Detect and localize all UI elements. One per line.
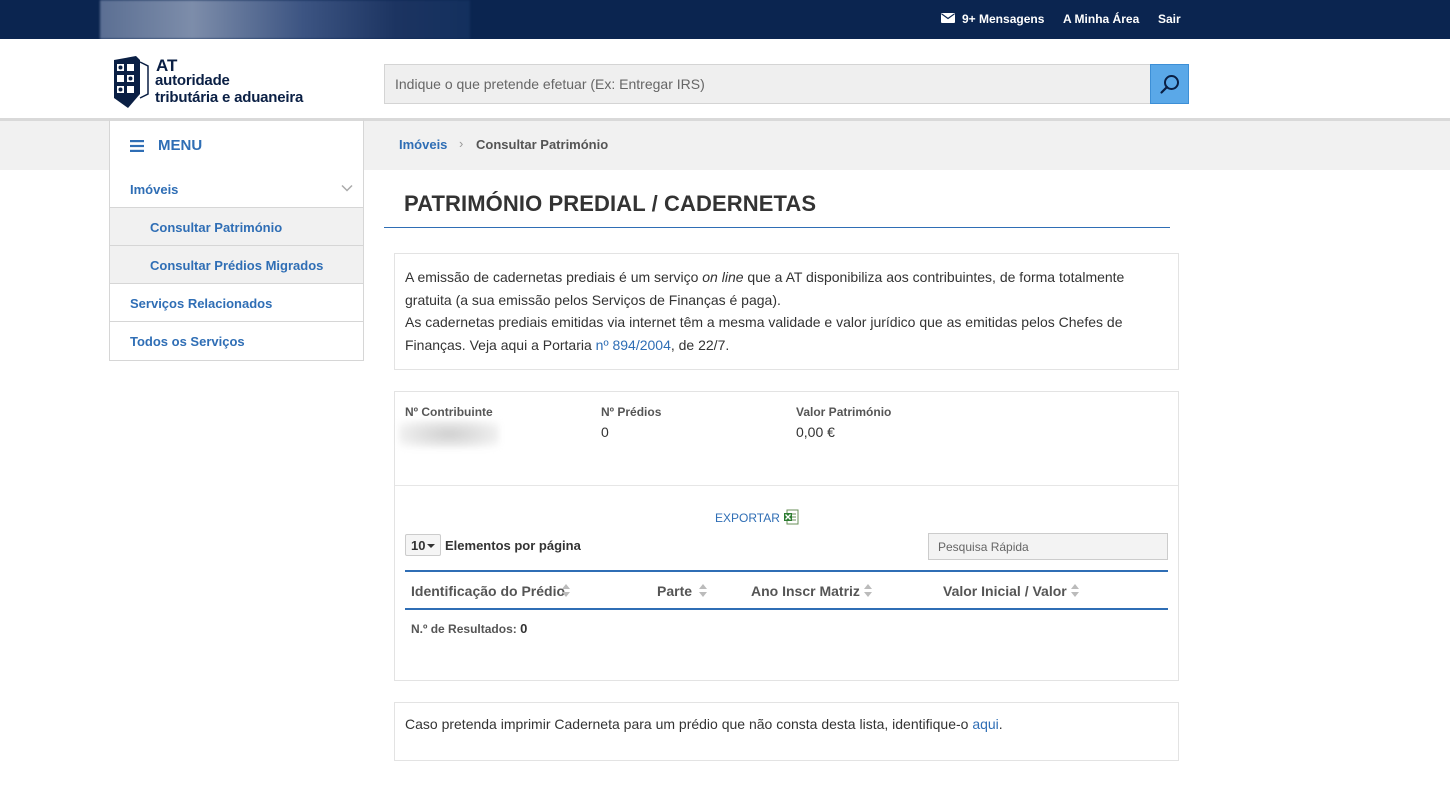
column-header-identificacao[interactable]: Identificação do Prédio	[411, 583, 565, 599]
intro-text: , de 22/7.	[670, 336, 730, 353]
sidebar-item-label: Serviços Relacionados	[130, 296, 273, 311]
taxpayer-label: Nº Contribuinte	[405, 405, 493, 419]
results-number: 0	[520, 621, 528, 636]
results-count: N.º de Resultados: 0	[411, 621, 527, 636]
logo-line1: autoridade	[155, 72, 230, 89]
menu-button[interactable]: MENU	[109, 118, 364, 171]
buildings-label: Nº Prédios	[601, 405, 662, 419]
page-size-select[interactable]: 10	[405, 534, 441, 556]
identify-link[interactable]: aqui	[972, 716, 998, 732]
sidebar-item-label: Consultar Prédios Migrados	[150, 258, 324, 273]
table-header: Identificação do Prédio Parte Ano Inscr …	[405, 570, 1168, 610]
at-logo-icon[interactable]	[110, 54, 150, 110]
taxpayer-value-redacted	[399, 420, 499, 448]
sidebar-item-imoveis[interactable]: Imóveis	[110, 170, 363, 208]
envelope-icon[interactable]	[941, 13, 955, 23]
my-area-link[interactable]: A Minha Área	[1063, 12, 1139, 26]
intro-paragraph-2: As cadernetas prediais emitidas via inte…	[405, 311, 1168, 356]
sidebar-item-label: Imóveis	[130, 182, 179, 197]
chevron-down-icon	[341, 184, 353, 192]
sort-icon[interactable]	[562, 584, 570, 597]
logout-link[interactable]: Sair	[1158, 12, 1181, 26]
section-divider	[395, 485, 1178, 486]
patrimony-box: Nº Contribuinte Nº Prédios 0 Valor Patri…	[394, 391, 1179, 681]
title-divider	[384, 227, 1170, 228]
intro-text: As cadernetas prediais emitidas via inte…	[405, 314, 1123, 353]
column-header-ano-inscr[interactable]: Ano Inscr Matriz	[751, 583, 860, 599]
redacted-banner	[100, 0, 470, 39]
sidebar-item-consultar-predios-migrados[interactable]: Consultar Prédios Migrados	[110, 246, 363, 284]
caret-down-icon	[427, 544, 435, 548]
portaria-link[interactable]: nº 894/2004	[596, 337, 671, 353]
sort-icon[interactable]	[699, 584, 707, 597]
breadcrumb-current: Consultar Património	[476, 137, 609, 152]
intro-emphasis: on line	[702, 269, 744, 285]
page-size-label: Elementos por página	[445, 538, 581, 553]
column-header-parte[interactable]: Parte	[657, 583, 692, 599]
breadcrumb-parent[interactable]: Imóveis	[399, 137, 447, 152]
excel-icon[interactable]	[783, 509, 799, 525]
sidebar-item-label: Consultar Património	[150, 220, 283, 235]
patrimony-value-label: Valor Património	[796, 405, 892, 419]
export-link[interactable]: EXPORTAR	[715, 511, 780, 525]
search-input[interactable]	[384, 64, 1150, 104]
sidebar-item-consultar-patrimonio[interactable]: Consultar Património	[110, 208, 363, 246]
column-header-valor[interactable]: Valor Inicial / Valor	[943, 583, 1067, 599]
page-title: PATRIMÓNIO PREDIAL / CADERNETAS	[404, 191, 817, 216]
search-button[interactable]	[1150, 64, 1189, 104]
sidebar: Imóveis Consultar Património Consultar P…	[109, 170, 364, 361]
note-text: Caso pretenda imprimir Caderneta para um…	[405, 716, 973, 732]
note-end: .	[998, 716, 1003, 732]
note-box: Caso pretenda imprimir Caderneta para um…	[394, 702, 1179, 761]
patrimony-value: 0,00 €	[796, 424, 835, 440]
sidebar-item-servicos-relacionados[interactable]: Serviços Relacionados	[110, 284, 363, 322]
results-label: N.º de Resultados:	[411, 622, 517, 636]
sort-icon[interactable]	[864, 584, 872, 597]
menu-label: MENU	[158, 137, 203, 154]
quick-search-input[interactable]	[928, 533, 1168, 560]
intro-box: A emissão de cadernetas prediais é um se…	[394, 253, 1179, 370]
page-size-value: 10	[411, 538, 426, 553]
messages-link[interactable]: 9+ Mensagens	[962, 12, 1044, 26]
logo-line2: tributária e aduaneira	[155, 89, 304, 106]
sidebar-item-label: Todos os Serviços	[130, 334, 245, 349]
search-icon	[1159, 75, 1179, 94]
intro-paragraph-1: A emissão de cadernetas prediais é um se…	[405, 266, 1168, 311]
breadcrumb-separator-icon: ›	[459, 136, 464, 151]
sidebar-item-todos-servicos[interactable]: Todos os Serviços	[110, 322, 363, 360]
sort-icon[interactable]	[1071, 584, 1079, 597]
intro-text: A emissão de cadernetas prediais é um se…	[405, 269, 703, 285]
buildings-value: 0	[601, 424, 609, 440]
hamburger-icon	[130, 140, 144, 152]
